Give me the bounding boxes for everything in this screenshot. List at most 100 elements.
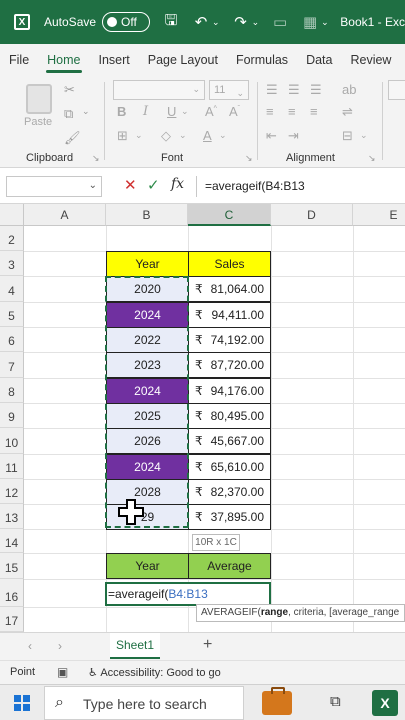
row-header[interactable]: 13 (0, 504, 24, 529)
year-cell[interactable]: 2026 (106, 428, 189, 454)
undo-dropdown-icon[interactable]: ⌄ (212, 17, 220, 28)
tab-formulas[interactable]: Formulas (227, 44, 297, 76)
sales-header-cell[interactable]: Sales (188, 251, 271, 277)
font-launcher-icon[interactable]: ↘ (245, 153, 253, 164)
column-header-b[interactable]: B (106, 204, 188, 226)
tab-review[interactable]: Review (341, 44, 400, 76)
year-header-cell[interactable]: Year (106, 251, 189, 277)
row-header[interactable]: 10 (0, 428, 24, 454)
sales-cell[interactable]: ₹94,176.00 (188, 378, 271, 404)
align-left-icon[interactable]: ≡ (266, 104, 274, 119)
column-header-c[interactable]: C (188, 204, 271, 226)
row-header[interactable]: 5 (0, 302, 24, 327)
insert-function-icon[interactable]: fx (171, 176, 184, 192)
row-header[interactable]: 15 (0, 553, 24, 579)
font-size-combo[interactable]: 11 ⌄ (209, 80, 249, 100)
sales-cell[interactable]: ₹65,610.00 (188, 454, 271, 480)
sales-cell[interactable]: ₹94,411.00 (188, 302, 271, 328)
sales-cell[interactable]: ₹87,720.00 (188, 352, 271, 378)
row-header[interactable]: 17 (0, 607, 24, 632)
column-header-e[interactable]: E (353, 204, 405, 226)
sales-cell[interactable]: ₹82,370.00 (188, 479, 271, 505)
copy-icon[interactable]: ⧉ (64, 106, 73, 122)
orientation-icon[interactable]: ab (342, 82, 356, 97)
number-format-combo[interactable] (388, 80, 405, 100)
taskbar-search[interactable]: ⌕ Type here to search (44, 686, 244, 720)
italic-button[interactable]: I (143, 104, 148, 119)
undo-icon[interactable]: ↶ (192, 13, 210, 31)
task-view-icon[interactable]: ⧉ (330, 693, 341, 710)
formula-input[interactable]: =averageif(B4:B13 (196, 176, 405, 197)
row-header[interactable]: 16 (0, 579, 24, 607)
autosave-toggle[interactable]: Off (102, 12, 151, 32)
summary-average-header[interactable]: Average (188, 553, 271, 579)
wrap-text-icon[interactable]: ⇌ (342, 104, 353, 120)
next-sheet-icon[interactable]: › (58, 639, 62, 653)
excel-taskbar-icon[interactable]: X (372, 690, 398, 716)
copy-dropdown-icon[interactable]: ⌄ (82, 106, 90, 117)
redo-dropdown-icon[interactable]: ⌄ (252, 17, 260, 28)
row-header[interactable]: 11 (0, 454, 24, 479)
tab-page-layout[interactable]: Page Layout (139, 44, 227, 76)
sheet-tab-sheet1[interactable]: Sheet1 (110, 633, 160, 659)
paste-icon[interactable] (26, 84, 52, 114)
fill-dropdown-icon[interactable]: ⌄ (179, 130, 187, 141)
summary-year-header[interactable]: Year (106, 553, 189, 579)
function-argument-tooltip[interactable]: AVERAGEIF(range, criteria, [average_rang… (196, 604, 405, 622)
briefcase-app-icon[interactable] (262, 687, 292, 715)
row-header[interactable]: 9 (0, 403, 24, 428)
row-header[interactable]: 2 (0, 226, 24, 251)
underline-dropdown-icon[interactable]: ⌄ (181, 106, 189, 117)
row-header[interactable]: 12 (0, 479, 24, 504)
form-icon[interactable]: ▭ (271, 13, 289, 31)
sales-cell[interactable]: ₹80,495.00 (188, 403, 271, 429)
grid-icon[interactable]: ▦ (301, 13, 319, 31)
sales-cell[interactable]: ₹81,064.00 (188, 276, 271, 302)
year-cell[interactable]: 2022 (106, 327, 189, 353)
select-all-corner[interactable] (0, 204, 24, 226)
row-header[interactable]: 8 (0, 378, 24, 403)
format-painter-icon[interactable]: 🖌 (64, 130, 81, 146)
clipboard-launcher-icon[interactable]: ↘ (92, 153, 100, 164)
save-icon[interactable]: 🖫 (162, 10, 180, 35)
name-box[interactable]: ⌄ (6, 176, 102, 197)
align-center-icon[interactable]: ≡ (288, 104, 296, 119)
prev-sheet-icon[interactable]: ‹ (28, 639, 32, 653)
font-name-combo[interactable]: ⌄ (113, 80, 205, 100)
top-align-icon[interactable]: ☰ (266, 82, 278, 98)
alignment-launcher-icon[interactable]: ↘ (368, 153, 376, 164)
decrease-font-icon[interactable]: Aˇ (229, 104, 240, 119)
sales-cell[interactable]: ₹37,895.00 (188, 504, 271, 530)
font-color-dropdown-icon[interactable]: ⌄ (219, 130, 227, 141)
borders-icon[interactable]: ⊞ (117, 128, 128, 144)
year-cell[interactable]: 2024 (106, 378, 189, 404)
row-header[interactable]: 6 (0, 327, 24, 352)
increase-font-icon[interactable]: A^ (205, 104, 217, 119)
row-header[interactable]: 4 (0, 276, 24, 302)
row-header[interactable]: 3 (0, 251, 24, 276)
fill-color-icon[interactable]: ◇ (161, 128, 171, 144)
add-sheet-icon[interactable]: + (203, 636, 212, 654)
align-right-icon[interactable]: ≡ (310, 104, 318, 119)
enter-icon[interactable]: ✓ (147, 176, 160, 194)
row-header[interactable]: 14 (0, 529, 24, 553)
worksheet-grid[interactable]: A B C D E 2 3 4 5 6 7 8 9 10 11 12 13 14 15 16 17 Year … (0, 204, 405, 632)
redo-icon[interactable]: ↷ (232, 13, 250, 31)
macro-record-icon[interactable]: ▣ (57, 665, 68, 679)
year-cell[interactable]: 2020 (106, 276, 189, 302)
customize-qat-icon[interactable]: ⌄ (321, 17, 329, 28)
underline-button[interactable]: U (167, 104, 176, 119)
tab-insert[interactable]: Insert (90, 44, 139, 76)
cut-icon[interactable]: ✂ (64, 82, 75, 98)
tab-data[interactable]: Data (297, 44, 341, 76)
merge-center-icon[interactable]: ⊟ (342, 128, 353, 144)
year-cell[interactable]: 2023 (106, 352, 189, 378)
bold-button[interactable]: B (117, 104, 126, 119)
decrease-indent-icon[interactable]: ⇤ (266, 128, 277, 144)
increase-indent-icon[interactable]: ⇥ (288, 128, 299, 144)
year-cell[interactable]: 2025 (106, 403, 189, 429)
cancel-icon[interactable]: ✕ (124, 176, 137, 194)
active-edit-cell[interactable]: =averageif(B4:B13 (105, 582, 271, 606)
merge-dropdown-icon[interactable]: ⌄ (360, 130, 368, 141)
sales-cell[interactable]: ₹45,667.00 (188, 428, 271, 454)
